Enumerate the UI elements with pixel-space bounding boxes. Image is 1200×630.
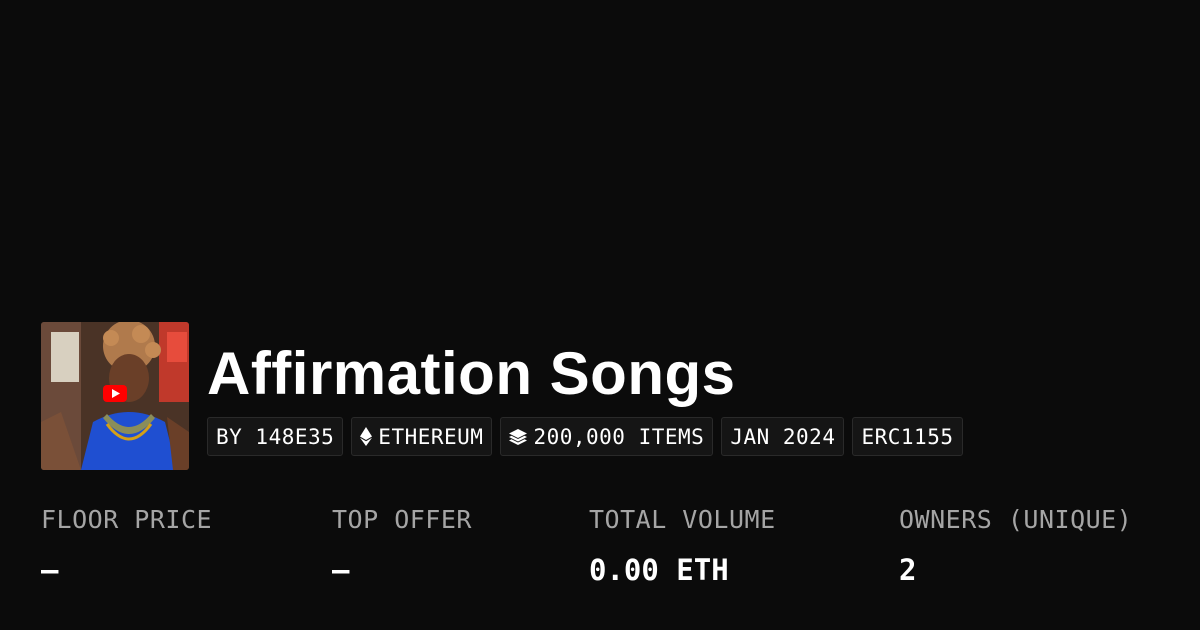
creator-label: BY 148E35 (216, 424, 335, 449)
collection-tags: BY 148E35 ETHEREUM 200,000 ITEMS JAN 202… (207, 417, 963, 456)
stat-value: – (332, 553, 350, 587)
layers-icon (509, 428, 528, 445)
date-label: JAN 2024 (730, 424, 836, 449)
stat-value: 2 (899, 553, 917, 587)
stat-total-volume: TOTAL VOLUME 0.00 ETH (589, 505, 776, 587)
items-label: 200,000 ITEMS (533, 424, 705, 449)
items-tag[interactable]: 200,000 ITEMS (500, 417, 714, 456)
page: { "collection": { "title": "Affirmation … (0, 0, 1200, 630)
stat-value: – (41, 553, 59, 587)
stat-label: OWNERS (UNIQUE) (899, 505, 1133, 534)
standard-tag: ERC1155 (852, 417, 963, 456)
stat-floor-price: FLOOR PRICE – (41, 505, 212, 587)
stat-owners: OWNERS (UNIQUE) 2 (899, 505, 1132, 587)
stat-value: 0.00 ETH (589, 553, 729, 587)
collection-header: Affirmation Songs BY 148E35 ETHEREUM 200… (41, 322, 963, 470)
collection-title: Affirmation Songs (207, 340, 736, 407)
avatar-image (41, 322, 189, 470)
stat-label: FLOOR PRICE (41, 505, 213, 534)
title-column: Affirmation Songs BY 148E35 ETHEREUM 200… (207, 322, 963, 456)
play-badge-icon (103, 385, 127, 402)
stat-label: TOTAL VOLUME (589, 505, 776, 534)
standard-label: ERC1155 (861, 424, 954, 449)
creator-tag[interactable]: BY 148E35 (207, 417, 344, 456)
chain-tag[interactable]: ETHEREUM (351, 417, 493, 456)
stat-top-offer: TOP OFFER – (332, 505, 472, 587)
chain-label: ETHEREUM (378, 424, 484, 449)
stats-row: FLOOR PRICE – TOP OFFER – TOTAL VOLUME 0… (0, 505, 1200, 605)
stat-label: TOP OFFER (332, 505, 472, 534)
date-tag: JAN 2024 (721, 417, 845, 456)
collection-avatar[interactable] (41, 322, 189, 470)
ethereum-icon (360, 427, 373, 446)
